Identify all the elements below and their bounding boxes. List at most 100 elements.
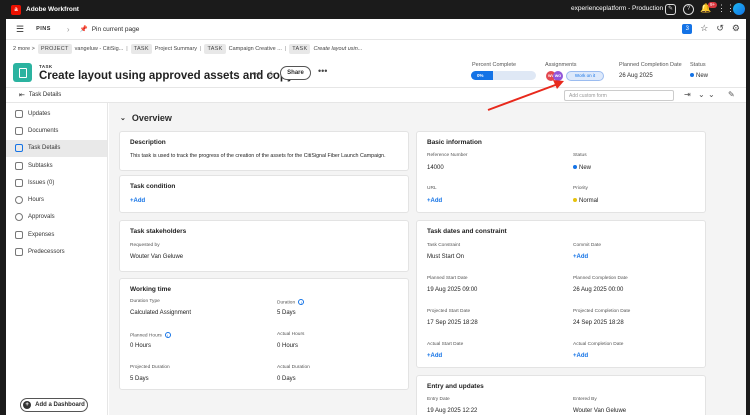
info-icon[interactable]: i (164, 332, 171, 338)
breadcrumb-separator: | (126, 46, 128, 52)
nav-updates[interactable]: Updates (6, 105, 107, 122)
priority-value[interactable]: Normal (573, 198, 598, 204)
approvals-icon (15, 213, 23, 222)
breadcrumb-more[interactable]: 2 more > (13, 46, 35, 52)
projected-start-value: 17 Sep 2025 18:28 (427, 320, 478, 326)
projected-duration-label: Projected Duration (130, 365, 170, 370)
nav-task-details[interactable]: Task Details (6, 139, 107, 157)
move-to-icon[interactable]: ⇥ (684, 90, 691, 99)
nav-expenses[interactable]: Expenses (6, 226, 107, 243)
percent-complete-slider[interactable]: 0% (471, 71, 536, 80)
nav-hours[interactable]: Hours (6, 191, 107, 208)
adobe-logo-icon[interactable]: a (11, 4, 21, 15)
breadcrumb: 2 more > PROJECT vangeluw - CitiSig... |… (13, 44, 362, 54)
pin-current-page-button[interactable]: 📌 Pin current page (80, 25, 140, 34)
breadcrumb-project[interactable]: vangeluw - CitiSig... (75, 46, 124, 52)
add-actual-completion-link[interactable]: +Add (573, 353, 588, 359)
commit-date-label: Commit Date (573, 243, 601, 248)
overview-section-toggle[interactable]: ⌄ Overview (120, 113, 172, 123)
nav-issues[interactable]: Issues (0) (6, 174, 107, 191)
add-commit-date-link[interactable]: +Add (573, 254, 588, 260)
planned-hours-value[interactable]: 0 Hours (130, 343, 151, 349)
work-on-it-button[interactable]: Work on it (566, 71, 604, 81)
duration-value[interactable]: 5 Days (277, 310, 296, 316)
working-time-card: Working time Duration Type Calculated As… (119, 278, 409, 390)
nav-label: Issues (0) (28, 179, 55, 186)
nav-label: Expenses (28, 231, 55, 238)
add-condition-link[interactable]: +Add (130, 198, 145, 204)
breadcrumb-task[interactable]: Project Summary (155, 46, 197, 52)
description-text[interactable]: This task is used to track the progress … (130, 153, 386, 159)
pins-counter-badge[interactable]: 3 (682, 23, 693, 34)
planned-completion-field-label: Planned Completion Date (573, 276, 628, 281)
actual-hours-value: 0 Hours (277, 343, 299, 349)
favorite-star-icon[interactable]: ☆ (267, 69, 275, 80)
app-switcher-grid-icon[interactable]: ⋮⋮ (717, 4, 735, 15)
planned-completion-value[interactable]: 26 Aug 2025 (619, 73, 653, 79)
edit-pencil-icon[interactable]: ✎ (728, 90, 735, 99)
breadcrumb-task[interactable]: Campaign Creative ... (229, 46, 282, 52)
status-value[interactable]: New (690, 73, 708, 79)
breadcrumb-separator: | (284, 46, 287, 52)
help-icon[interactable]: ? (683, 4, 694, 15)
task-details-label: Task Details (28, 92, 62, 98)
duration-type-value[interactable]: Calculated Assignment (130, 310, 191, 316)
chevron-down-icon[interactable]: ⌄ (698, 90, 705, 99)
planned-hours-label: Planned Hours i (130, 332, 171, 338)
task-header: TASK Create layout using approved assets… (13, 60, 743, 88)
description-card: Description This task is used to track t… (119, 131, 409, 171)
workflow-icon[interactable]: ⚯ (253, 69, 261, 80)
predecessors-icon (15, 248, 23, 257)
hamburger-menu-icon[interactable]: ☰ (16, 24, 24, 35)
nav-approvals[interactable]: Approvals (6, 209, 107, 226)
breadcrumb-tag: PROJECT (37, 44, 72, 54)
overview-heading: Overview (131, 113, 172, 123)
task-constraint-label: Task Constraint (427, 243, 461, 248)
nav-label: Approvals (28, 214, 55, 221)
share-button[interactable]: Share (280, 66, 311, 80)
subtasks-icon (15, 161, 23, 170)
entry-date-value: 19 Aug 2025 12:22 (427, 408, 478, 414)
status-field-value[interactable]: New (573, 165, 591, 171)
more-options-icon[interactable]: ••• (318, 66, 327, 76)
star-icon[interactable]: ☆ (700, 23, 708, 34)
documents-icon (15, 126, 23, 135)
pins-bar: ☰ PINS › 📌 Pin current page 3 ☆ ↺ ⚙ (6, 19, 746, 40)
settings-gear-icon[interactable]: ⚙ (732, 23, 740, 34)
plus-icon: + (23, 401, 32, 409)
feedback-icon[interactable]: ✎ (665, 4, 676, 15)
planned-start-value[interactable]: 19 Aug 2025 09:00 (427, 287, 477, 293)
entered-by-label: Entered By (573, 397, 597, 402)
info-icon[interactable]: i (298, 299, 305, 305)
history-icon[interactable]: ↺ (716, 23, 724, 34)
breadcrumb-current-task: Create layout usin... (313, 46, 363, 52)
duration-type-label: Duration Type (130, 299, 160, 304)
nav-predecessors[interactable]: Predecessors (6, 243, 107, 260)
add-dashboard-button[interactable]: + Add a Dashboard (20, 398, 88, 412)
percent-complete-value: 0% (471, 71, 493, 80)
status-text: New (696, 73, 709, 79)
add-dashboard-label: Add a Dashboard (35, 402, 85, 408)
user-avatar[interactable] (733, 3, 745, 15)
url-label: URL (427, 186, 437, 191)
planned-completion-field-value[interactable]: 26 Aug 2025 00:00 (573, 287, 623, 293)
duration-label-text: Duration (277, 300, 296, 306)
pins-label[interactable]: PINS (36, 26, 51, 32)
chevron-right-icon: › (66, 24, 70, 34)
add-custom-form-input[interactable]: Add custom form (564, 90, 674, 101)
entered-by-value: Wouter Van Geluwe (573, 408, 627, 414)
nav-subtasks[interactable]: Subtasks (6, 157, 107, 174)
task-constraint-value[interactable]: Must Start On (427, 254, 464, 260)
assignee-avatar[interactable]: WG (553, 71, 563, 81)
requested-by-value[interactable]: Wouter Van Geluwe (130, 254, 183, 260)
top-bar: a Adobe Workfront experienceplatform - P… (6, 0, 746, 19)
nav-documents[interactable]: Documents (6, 122, 107, 139)
chevron-down-icon[interactable]: ⌄ (708, 90, 715, 99)
add-actual-start-link[interactable]: +Add (427, 353, 442, 359)
environment-switcher[interactable]: experienceplatform - Production (571, 5, 663, 12)
nav-label: Subtasks (28, 162, 53, 169)
add-url-link[interactable]: +Add (427, 198, 442, 204)
task-details-toggle[interactable]: ⇤ Task Details (19, 91, 61, 99)
actual-completion-label: Actual Completion Date (573, 342, 624, 347)
reference-number-label: Reference Number (427, 153, 468, 158)
